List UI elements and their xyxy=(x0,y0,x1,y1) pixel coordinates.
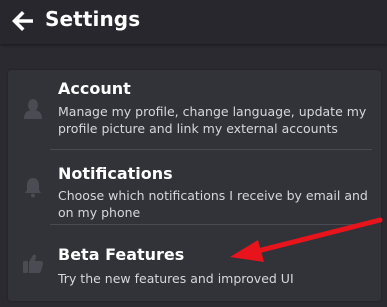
thumbs-up-icon xyxy=(23,254,44,273)
settings-item-title: Notifications xyxy=(58,164,173,183)
settings-item-description: Try the new features and improved UI xyxy=(58,271,294,286)
settings-item-beta-features[interactable]: Beta Features Try the new features and i… xyxy=(8,225,381,301)
settings-item-title: Account xyxy=(58,79,131,98)
back-button[interactable] xyxy=(10,9,36,33)
settings-item-account[interactable]: Account Manage my profile, change langua… xyxy=(8,70,381,148)
settings-item-title: Beta Features xyxy=(58,245,185,264)
app-header: Settings xyxy=(0,0,387,44)
arrow-left-icon xyxy=(12,11,33,31)
settings-item-description: Choose which notifications I receive by … xyxy=(58,188,368,220)
settings-item-description: Manage my profile, change language, upda… xyxy=(58,104,367,136)
settings-item-notifications[interactable]: Notifications Choose which notifications… xyxy=(8,150,381,224)
page-title: Settings xyxy=(45,7,141,31)
bell-icon xyxy=(25,178,41,198)
settings-card: Account Manage my profile, change langua… xyxy=(8,70,381,301)
user-icon xyxy=(24,99,42,119)
